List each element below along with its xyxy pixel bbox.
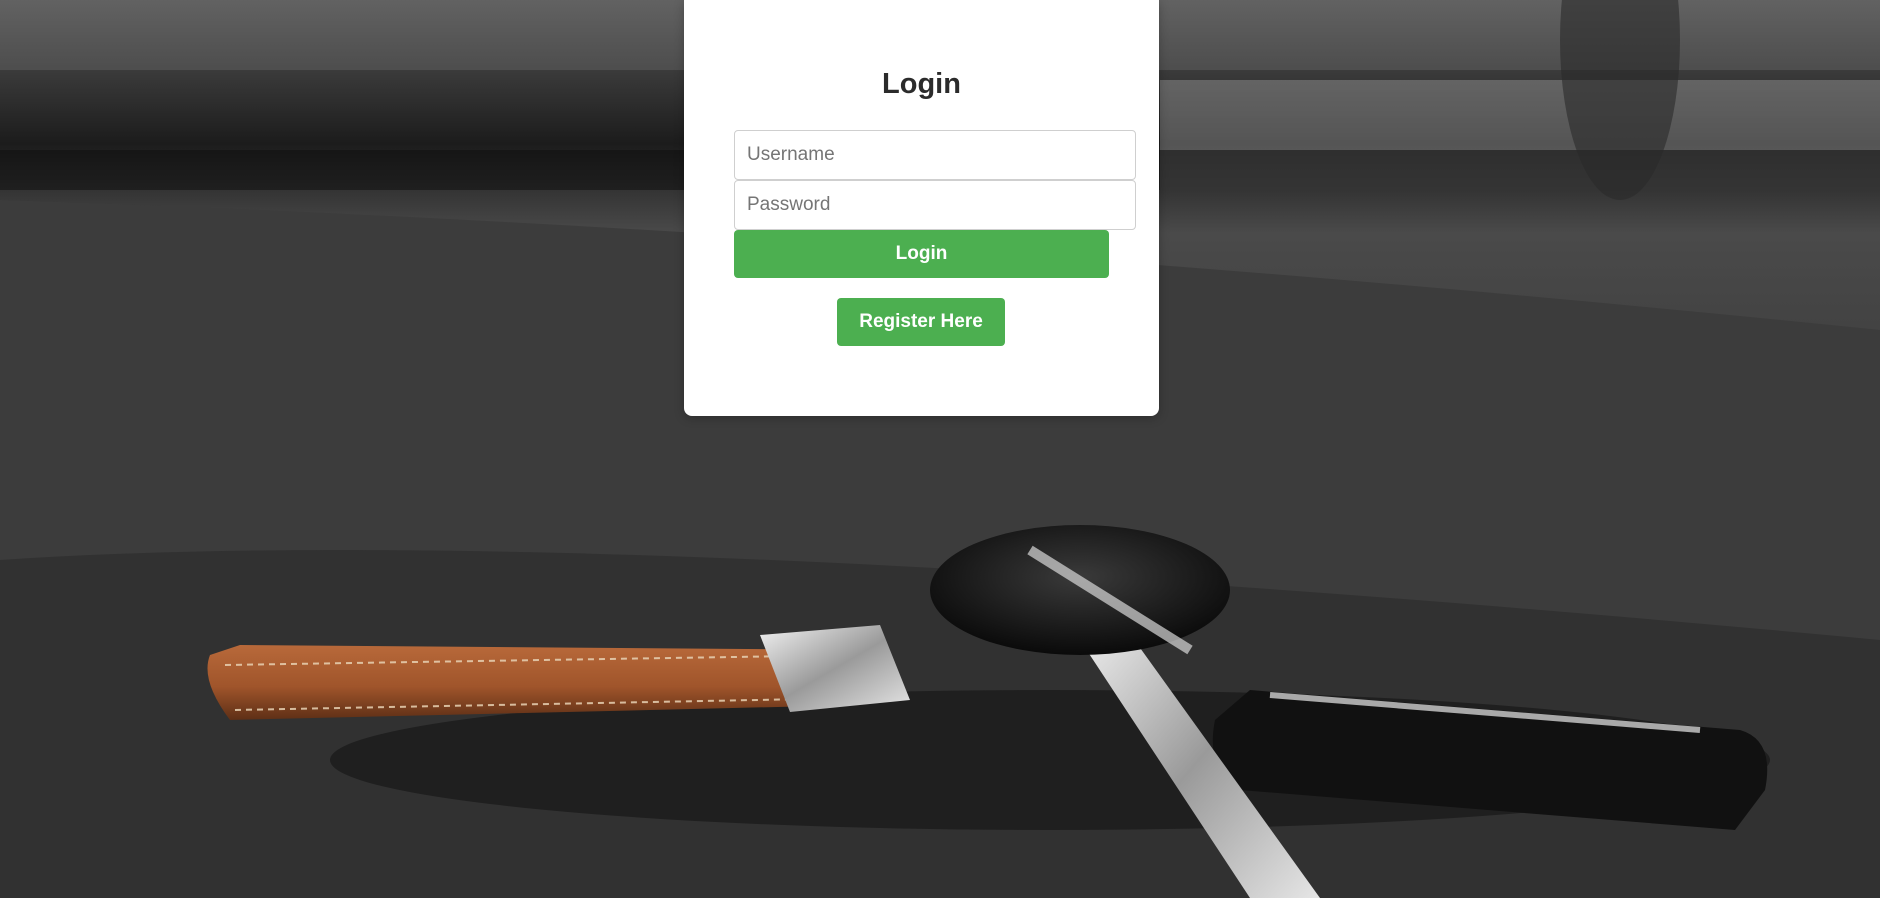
password-input[interactable] — [734, 180, 1136, 230]
register-button[interactable]: Register Here — [837, 298, 1005, 346]
username-input[interactable] — [734, 130, 1136, 180]
login-card: Login Login Register Here — [684, 0, 1159, 416]
login-button[interactable]: Login — [734, 230, 1109, 278]
login-title: Login — [882, 68, 961, 100]
